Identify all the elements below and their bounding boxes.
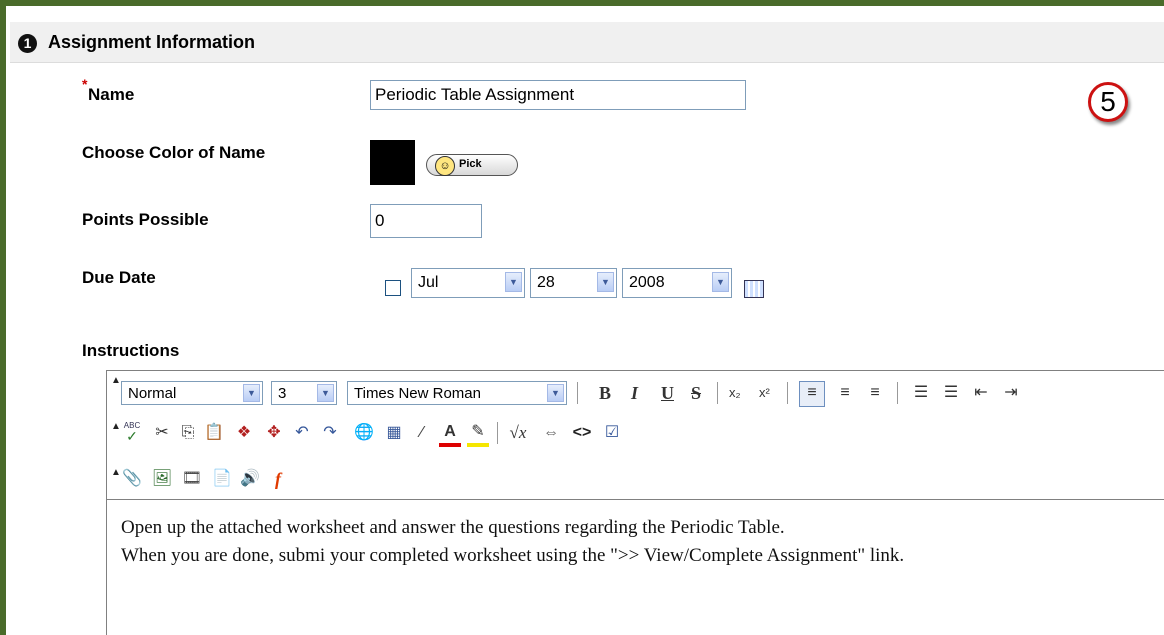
remove-format-icon[interactable]: ✥ xyxy=(263,421,285,445)
name-color-swatch xyxy=(370,140,415,185)
points-input[interactable] xyxy=(370,204,482,238)
insert-image-icon[interactable]: 🖼 xyxy=(151,467,173,491)
insert-audio-icon[interactable]: 🔊 xyxy=(239,467,261,491)
toolbar-separator xyxy=(717,382,718,404)
toolbar-separator xyxy=(897,382,898,404)
anchor-icon[interactable]: ⇔ xyxy=(539,421,563,445)
insert-document-icon[interactable]: 📄 xyxy=(211,467,233,491)
due-day-value: 28 xyxy=(537,274,555,291)
indent-icon[interactable]: ⇥ xyxy=(999,381,1023,405)
bold-button[interactable]: B xyxy=(599,383,611,404)
pick-button-label: Pick xyxy=(459,158,482,170)
align-right-button[interactable]: ≡ xyxy=(863,381,887,405)
html-source-icon[interactable]: <> xyxy=(571,421,593,445)
due-year-value: 2008 xyxy=(629,274,665,291)
align-left-button[interactable]: ≡ xyxy=(799,381,825,407)
insert-media-icon[interactable]: 🎞 xyxy=(181,467,203,491)
instructions-paragraph-1: Open up the attached worksheet and answe… xyxy=(121,517,785,538)
insert-table-icon[interactable]: ▦ xyxy=(383,421,405,445)
color-label: Choose Color of Name xyxy=(82,143,266,162)
assignment-panel: 1 Assignment Information * Name 5 Choose… xyxy=(6,6,1164,635)
due-day-select[interactable]: 28 ▼ xyxy=(530,268,617,298)
superscript-button[interactable]: x² xyxy=(759,385,770,400)
italic-button[interactable]: I xyxy=(631,383,638,404)
redo-icon[interactable]: ↷ xyxy=(319,421,341,445)
font-family-select[interactable]: Times New Roman ▼ xyxy=(347,381,567,405)
highlight-color-icon[interactable]: ✎ xyxy=(467,421,489,447)
undo-icon[interactable]: ↶ xyxy=(291,421,313,445)
align-center-button[interactable]: ≡ xyxy=(833,381,857,405)
name-label: Name xyxy=(88,85,135,104)
instructions-label: Instructions xyxy=(82,341,180,360)
instructions-editor: ▲ Normal ▼ 3 ▼ Times New Roman ▼ B I U S… xyxy=(106,370,1164,635)
step-number-badge: 1 xyxy=(18,34,37,53)
chevron-down-icon: ▼ xyxy=(243,384,260,402)
required-marker: * xyxy=(82,76,88,92)
due-month-value: Jul xyxy=(418,274,439,291)
horizontal-rule-icon[interactable]: ∕ xyxy=(411,421,433,445)
instructions-text: Open up the attached worksheet and answe… xyxy=(121,514,1141,570)
text-color-icon[interactable]: A xyxy=(439,421,461,447)
toolbar-separator xyxy=(787,382,788,404)
insert-link-icon[interactable]: 🌐 xyxy=(353,421,375,445)
name-input[interactable] xyxy=(370,80,746,110)
equation-icon[interactable]: √x xyxy=(505,421,531,445)
copy-icon[interactable]: ⎘ xyxy=(177,421,199,445)
step-callout-5: 5 xyxy=(1088,82,1128,122)
format-select[interactable]: Normal ▼ xyxy=(121,381,263,405)
section-title: Assignment Information xyxy=(48,32,256,52)
due-year-select[interactable]: 2008 ▼ xyxy=(622,268,732,298)
cut-icon[interactable]: ✂ xyxy=(151,421,173,445)
section-header: 1 Assignment Information xyxy=(10,22,1164,63)
pick-color-button[interactable]: ☺ Pick xyxy=(426,154,518,176)
editor-toolbar: ▲ Normal ▼ 3 ▼ Times New Roman ▼ B I U S… xyxy=(107,371,1164,499)
font-family-value: Times New Roman xyxy=(354,385,481,402)
collapse-row-icon[interactable]: ▲ xyxy=(111,375,121,386)
instructions-paragraph-2: When you are done, submi your completed … xyxy=(121,545,905,566)
points-label: Points Possible xyxy=(82,210,209,229)
collapse-row-icon[interactable]: ▲ xyxy=(111,467,121,478)
chevron-down-icon: ▼ xyxy=(505,272,522,292)
collapse-row-icon[interactable]: ▲ xyxy=(111,421,121,432)
font-size-select[interactable]: 3 ▼ xyxy=(271,381,337,405)
due-month-select[interactable]: Jul ▼ xyxy=(411,268,525,298)
paste-icon[interactable]: 📋 xyxy=(203,421,225,445)
due-date-checkbox[interactable] xyxy=(385,280,401,296)
flash-icon[interactable]: f xyxy=(267,467,289,491)
chevron-down-icon: ▼ xyxy=(317,384,334,402)
editor-content[interactable]: Open up the attached worksheet and answe… xyxy=(107,499,1164,635)
format-value: Normal xyxy=(128,385,177,402)
palette-icon: ☺ xyxy=(435,156,455,176)
numbered-list-icon[interactable]: ☰ xyxy=(909,381,933,405)
chevron-down-icon: ▼ xyxy=(712,272,729,292)
spellcheck-icon[interactable]: ABC ✓ xyxy=(121,421,143,444)
attach-file-icon[interactable]: 📎 xyxy=(121,467,143,491)
outdent-icon[interactable]: ⇤ xyxy=(969,381,993,405)
bullet-list-icon[interactable]: ☰ xyxy=(939,381,963,405)
calendar-icon[interactable] xyxy=(744,280,764,298)
underline-button[interactable]: U xyxy=(661,383,674,404)
toolbar-separator xyxy=(577,382,578,404)
toolbar-separator xyxy=(497,422,498,444)
chevron-down-icon: ▼ xyxy=(597,272,614,292)
chevron-down-icon: ▼ xyxy=(547,384,564,402)
paste-special-icon[interactable]: ❖ xyxy=(233,421,255,445)
preview-icon[interactable]: ☑ xyxy=(601,421,623,445)
subscript-button[interactable]: x₂ xyxy=(729,385,741,400)
font-size-value: 3 xyxy=(278,385,287,402)
strikethrough-button[interactable]: S xyxy=(691,383,701,404)
due-date-label: Due Date xyxy=(82,268,156,287)
